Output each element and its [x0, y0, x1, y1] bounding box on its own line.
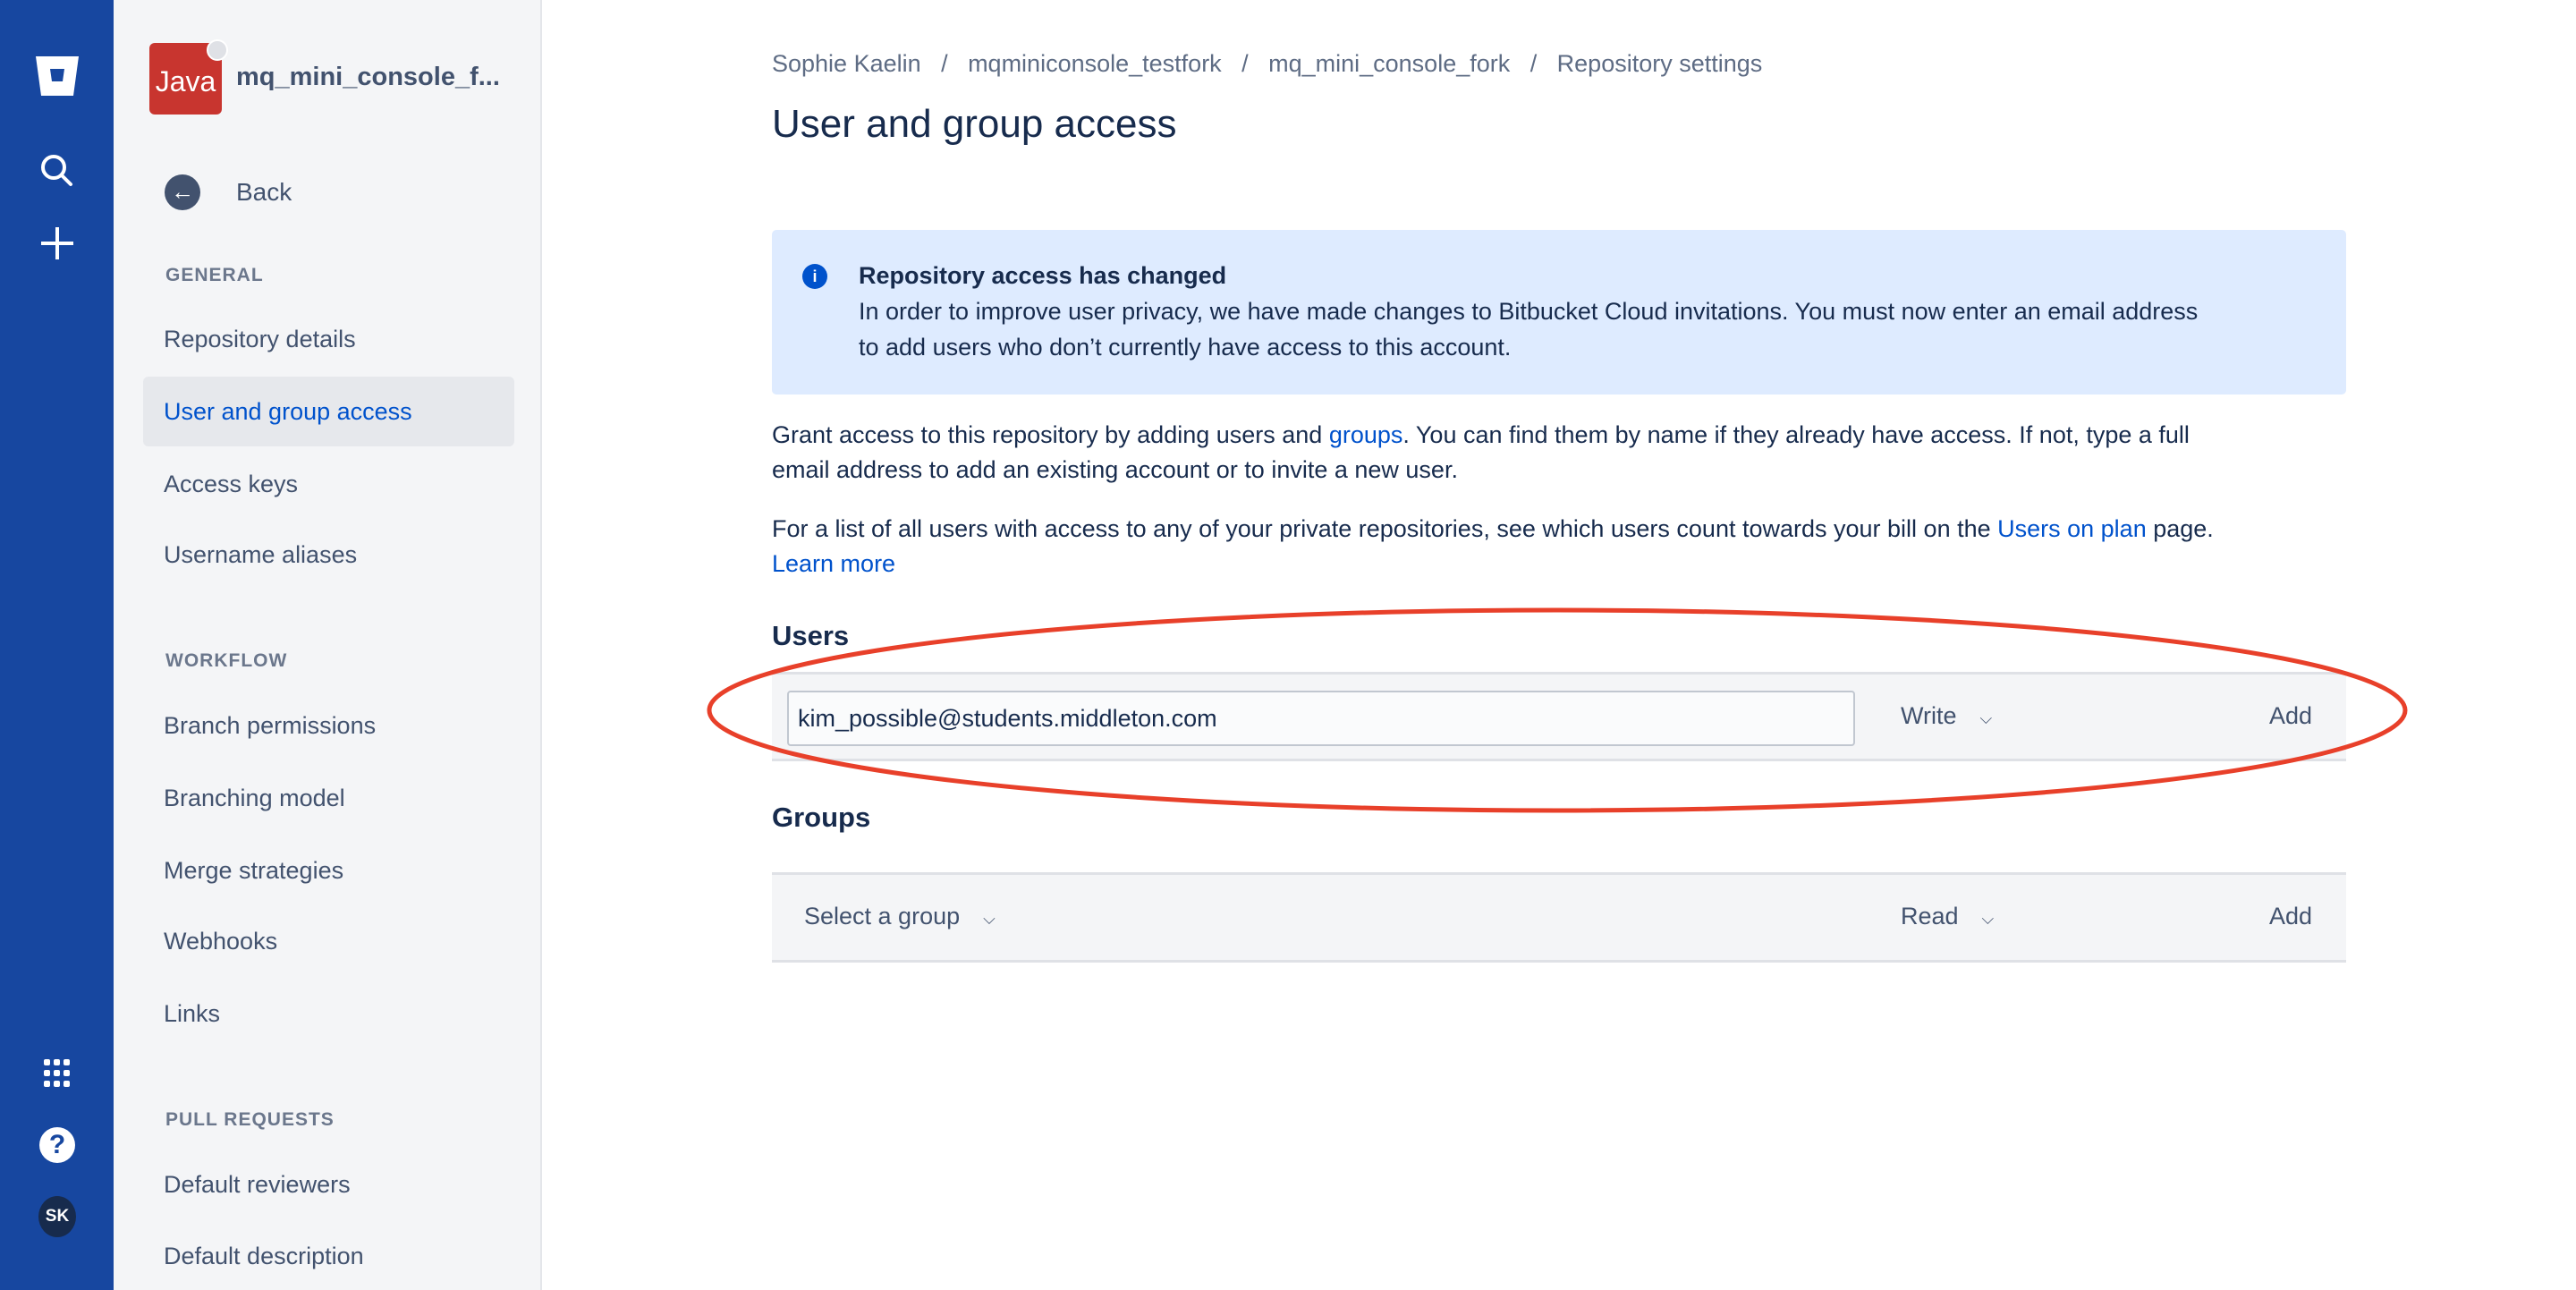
text: email address to add an existing account… [772, 456, 1458, 483]
learn-more-link[interactable]: Learn more [772, 550, 895, 577]
repo-name[interactable]: mq_mini_console_f... [236, 63, 500, 92]
chevron-down-icon: ⌵ [1979, 709, 1993, 727]
users-heading: Users [772, 620, 850, 651]
breadcrumb-repo[interactable]: mq_mini_console_fork [1268, 50, 1510, 77]
group-permission-select[interactable]: Read ⌵ [1901, 903, 1994, 930]
notice-heading: Repository access has changed [859, 262, 1227, 289]
lock-icon [207, 39, 228, 61]
text: Grant access to this repository by addin… [772, 421, 1329, 448]
help-icon[interactable]: ? [30, 1117, 85, 1173]
sidebar-item-webhooks[interactable]: Webhooks [164, 928, 277, 955]
sidebar-item-branch-permissions[interactable]: Branch permissions [164, 712, 376, 740]
search-icon[interactable] [30, 143, 85, 199]
add-user-button[interactable]: Add [2269, 702, 2312, 730]
billing-paragraph: For a list of all users with access to a… [772, 512, 2346, 581]
add-user-row: kim_possible@students.middleton.com Writ… [772, 672, 2346, 761]
sidebar-item-user-and-group-access[interactable]: User and group access [164, 398, 412, 426]
text: page. [2146, 515, 2214, 542]
section-general: GENERAL [165, 265, 264, 285]
back-link[interactable]: Back [236, 178, 292, 207]
back-arrow-icon[interactable]: ← [165, 174, 200, 210]
sidebar-item-username-aliases[interactable]: Username aliases [164, 541, 357, 569]
breadcrumb-separator: / [941, 50, 948, 77]
text: . You can find them by name if they alre… [1402, 421, 2190, 448]
sidebar-item-repository-details[interactable]: Repository details [164, 326, 356, 353]
sidebar-item-access-keys[interactable]: Access keys [164, 471, 298, 498]
bitbucket-logo-icon[interactable] [30, 48, 85, 104]
add-group-button[interactable]: Add [2269, 903, 2312, 930]
create-plus-icon[interactable] [30, 216, 85, 271]
breadcrumb: Sophie Kaelin / mqminiconsole_testfork /… [772, 50, 1762, 78]
section-pull-requests: PULL REQUESTS [165, 1109, 335, 1130]
sidebar-item-default-description[interactable]: Default description [164, 1243, 364, 1270]
repo-avatar-text: Java [155, 65, 216, 98]
sidebar-item-links[interactable]: Links [164, 1000, 220, 1028]
chevron-down-icon: ⌵ [1981, 910, 1995, 928]
sidebar-item-branching-model[interactable]: Branching model [164, 785, 345, 812]
app-switcher-icon[interactable] [30, 1046, 85, 1101]
permission-label: Read [1901, 903, 1959, 929]
group-select[interactable]: Select a group ⌵ [804, 903, 996, 930]
breadcrumb-user[interactable]: Sophie Kaelin [772, 50, 921, 77]
avatar-initials: SK [38, 1196, 76, 1237]
notice-text-line1: In order to improve user privacy, we hav… [859, 298, 2199, 325]
grant-access-paragraph: Grant access to this repository by addin… [772, 418, 2346, 488]
breadcrumb-separator: / [1530, 50, 1538, 77]
add-group-row: Select a group ⌵ Read ⌵ Add [772, 872, 2346, 963]
section-workflow: WORKFLOW [165, 650, 288, 671]
user-permission-select[interactable]: Write ⌵ [1901, 702, 1992, 730]
info-icon: i [802, 264, 827, 289]
global-nav: ? SK [0, 0, 114, 1290]
user-avatar[interactable]: SK [30, 1189, 85, 1244]
notice-text-line2: to add users who don’t currently have ac… [859, 334, 1512, 361]
breadcrumb-separator: / [1241, 50, 1249, 77]
breadcrumb-settings[interactable]: Repository settings [1557, 50, 1763, 77]
repo-settings-sidebar: Java mq_mini_console_f... ← Back GENERAL… [114, 0, 542, 1290]
group-select-label: Select a group [804, 903, 961, 929]
page-title: User and group access [772, 102, 1177, 146]
sidebar-item-merge-strategies[interactable]: Merge strategies [164, 857, 343, 885]
permission-label: Write [1901, 702, 1957, 729]
groups-link[interactable]: groups [1329, 421, 1403, 448]
info-notice: i Repository access has changed In order… [772, 230, 2346, 395]
chevron-down-icon: ⌵ [983, 910, 996, 928]
text: For a list of all users with access to a… [772, 515, 1998, 542]
user-email-input[interactable]: kim_possible@students.middleton.com [787, 691, 1855, 746]
breadcrumb-project[interactable]: mqminiconsole_testfork [968, 50, 1222, 77]
sidebar-item-default-reviewers[interactable]: Default reviewers [164, 1171, 351, 1199]
groups-heading: Groups [772, 802, 871, 833]
users-on-plan-link[interactable]: Users on plan [1997, 515, 2147, 542]
